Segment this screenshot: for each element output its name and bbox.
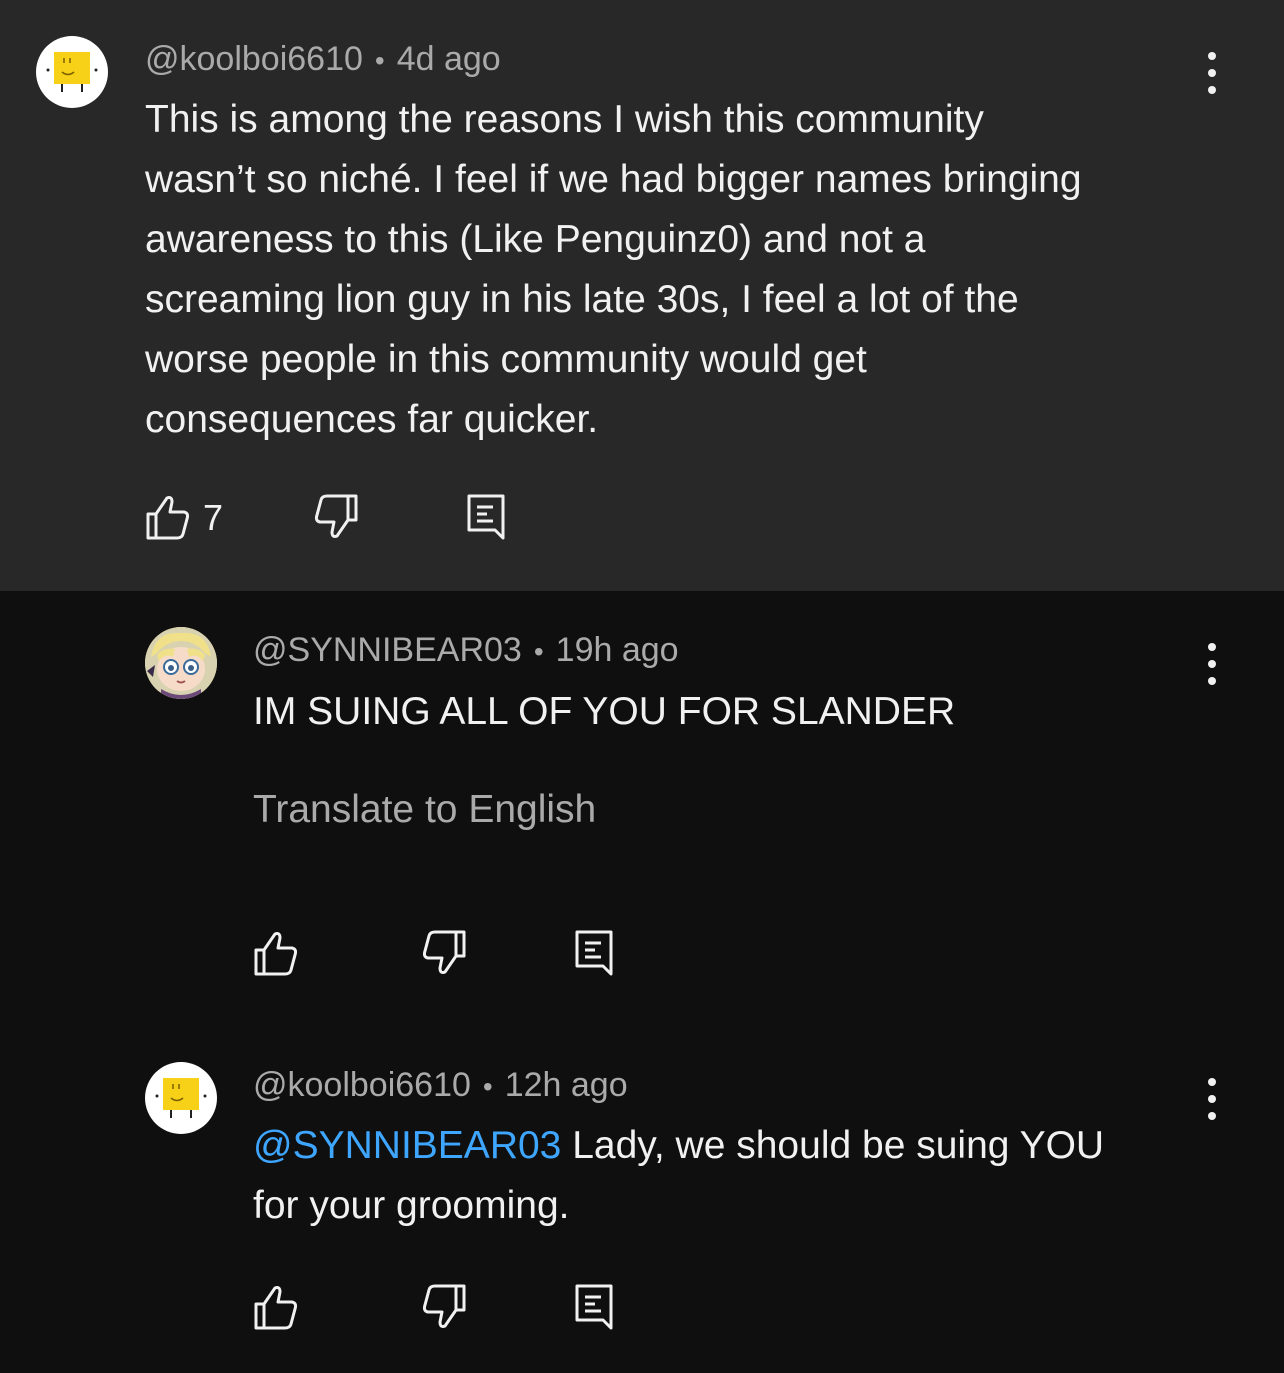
dislike-button[interactable] [421, 928, 473, 980]
comment-reply: @SYNNIBEAR03 • 19h ago IM SUING ALL OF YOU… [0, 591, 1284, 1027]
reply-icon [575, 930, 613, 976]
like-button[interactable] [253, 1282, 305, 1334]
dislike-button[interactable] [313, 492, 365, 544]
comment-meta: @koolboi6610 • 4d ago [145, 39, 501, 81]
reply-icon [467, 494, 505, 540]
thumbs-up-icon [254, 1286, 298, 1330]
comment-line: awareness to this (Like Penguinz0) and n… [145, 218, 926, 261]
translate-link[interactable]: Translate to English [253, 786, 596, 834]
user-mention-link[interactable]: @SYNNIBEAR03 [253, 1124, 561, 1167]
comment-actions [253, 1282, 653, 1338]
comment-body: IM SUING ALL OF YOU FOR SLANDER [253, 682, 1213, 742]
comment-reply: @koolboi6610 • 12h ago @SYNNIBEAR03 Lady, … [0, 1027, 1284, 1373]
avatar[interactable] [145, 1062, 217, 1134]
comment-actions: 7 [145, 492, 545, 548]
comment-text: Lady, we should be suing YOU [561, 1124, 1105, 1167]
comment-timestamp[interactable]: 19h ago [556, 631, 679, 669]
thumbs-up-icon [146, 496, 190, 540]
comment-body: @SYNNIBEAR03 Lady, we should be suing YO… [253, 1116, 1243, 1236]
comment-line: for your grooming. [253, 1184, 570, 1227]
anime-character-avatar-icon [145, 627, 217, 699]
reply-button[interactable] [465, 492, 517, 544]
comment-meta: @SYNNIBEAR03 • 19h ago [253, 630, 679, 672]
comment-line: IM SUING ALL OF YOU FOR SLANDER [253, 690, 956, 733]
comment-timestamp[interactable]: 4d ago [397, 40, 501, 78]
yellow-square-avatar-icon [155, 1078, 207, 1118]
comment-line: worse people in this community would get [145, 338, 867, 381]
like-button[interactable] [253, 928, 305, 980]
comment-author[interactable]: @SYNNIBEAR03 [253, 631, 522, 669]
comment-line: consequences far quicker. [145, 398, 599, 441]
comment-actions [253, 928, 653, 984]
meta-separator: • [482, 1071, 493, 1102]
meta-separator: • [533, 636, 544, 667]
dislike-button[interactable] [421, 1282, 473, 1334]
reply-button[interactable] [573, 928, 625, 980]
yellow-square-avatar-icon [46, 52, 98, 92]
thumbs-down-icon [422, 930, 466, 974]
comment-line: screaming lion guy in his late 30s, I fe… [145, 278, 1019, 321]
avatar[interactable] [145, 627, 217, 699]
comment-line: wasn’t so niché. I feel if we had bigger… [145, 158, 1082, 201]
avatar[interactable] [36, 36, 108, 108]
comment-body: This is among the reasons I wish this co… [145, 90, 1225, 450]
thumbs-down-icon [314, 494, 358, 538]
comment-thread-top: @koolboi6610 • 4d ago This is among the re… [0, 0, 1284, 591]
comment-author[interactable]: @koolboi6610 [253, 1066, 471, 1104]
comment-timestamp[interactable]: 12h ago [505, 1066, 628, 1104]
comment-meta: @koolboi6610 • 12h ago [253, 1065, 628, 1107]
thumbs-down-icon [422, 1284, 466, 1328]
thumbs-up-icon [254, 932, 298, 976]
comment-line: @SYNNIBEAR03 Lady, we should be suing YO… [253, 1116, 1243, 1176]
reply-button[interactable] [573, 1282, 625, 1334]
reply-icon [575, 1284, 613, 1330]
meta-separator: • [374, 45, 385, 76]
like-button[interactable] [145, 492, 197, 544]
comment-author[interactable]: @koolboi6610 [145, 40, 363, 78]
like-count: 7 [203, 497, 224, 538]
comment-line: This is among the reasons I wish this co… [145, 98, 984, 141]
